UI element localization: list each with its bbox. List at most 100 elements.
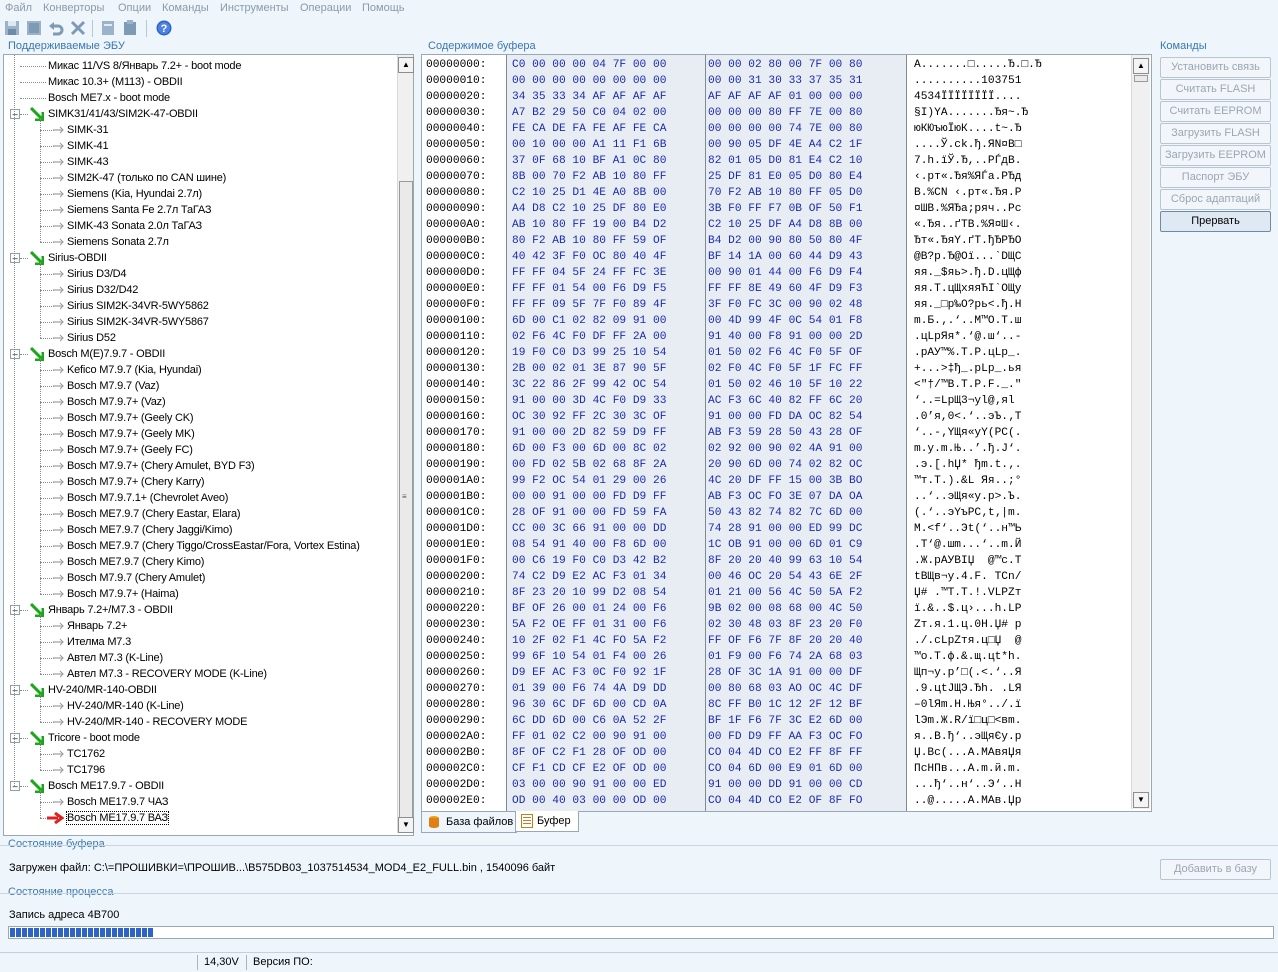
tree-item[interactable]: Bosch ME17.9.7 ЧАЗ <box>4 794 396 810</box>
tab-buffer[interactable]: Буфер <box>515 811 579 832</box>
hex-row[interactable]: 000000A0: AB 10 80 FF 19 00 B4 D2 C2 10 25… <box>422 219 1134 235</box>
hex-row[interactable]: 000002E0: OD 00 40 03 00 00 OD 00 CO 04 4D… <box>422 795 1134 811</box>
scroll-down-button[interactable]: ▼ <box>398 817 414 833</box>
tree-group[interactable]: – Bosch ME17.9.7 - OBDII <box>4 778 396 794</box>
hex-row[interactable]: 00000240: 10 2F 02 F1 4C FO 5A F2 FF OF F6… <box>422 635 1134 651</box>
tree-item[interactable]: Bosch M7.9.7 (Vaz) <box>4 378 396 394</box>
tree-item[interactable]: SIMK-43 <box>4 154 396 170</box>
hex-row[interactable]: 000002C0: CF F1 CD CF E2 OF OD 00 CO 04 6D… <box>422 763 1134 779</box>
hex-row[interactable]: 000000C0: 40 42 3F F0 OC 80 40 4F BF 14 1A… <box>422 251 1134 267</box>
tree-item[interactable]: Bosch M7.9.7+ (Vaz) <box>4 394 396 410</box>
tree-item[interactable]: Bosch M7.9.7+ (Chery Amulet, BYD F3) <box>4 458 396 474</box>
tree-group[interactable]: – Bosch M(E)7.9.7 - OBDII <box>4 346 396 362</box>
collapse-icon[interactable]: – <box>10 733 20 743</box>
tree-group[interactable]: – Январь 7.2+/M7.3 - OBDII <box>4 602 396 618</box>
tree-item[interactable]: Siemens (Kia, Hyundai 2.7л) <box>4 186 396 202</box>
hex-row[interactable]: 000000D0: FF FF 04 5F 24 FF FC 3E 00 90 01… <box>422 267 1134 283</box>
tree-item[interactable]: SIM2K-47 (только по CAN шине) <box>4 170 396 186</box>
hex-row[interactable]: 00000030: A7 B2 29 50 C0 04 02 00 00 00 00… <box>422 107 1134 123</box>
hex-row[interactable]: 00000160: OC 30 92 FF 2C 30 3C OF 91 00 00… <box>422 411 1134 427</box>
help-icon[interactable]: ? <box>156 20 172 36</box>
hex-row[interactable]: 000002A0: FF 01 02 C2 00 90 91 00 00 FD D9… <box>422 731 1134 747</box>
tree-item[interactable]: SIMK-31 <box>4 122 396 138</box>
save-icon[interactable] <box>4 20 20 36</box>
hex-row[interactable]: 00000190: 00 FD 02 5B 02 68 8F 2A 20 90 6D… <box>422 459 1134 475</box>
tools-icon[interactable] <box>70 20 86 36</box>
menu-item[interactable]: Файл <box>5 2 32 14</box>
tree-item[interactable]: Bosch ME7.9.7 (Chery Jaggi/Kimo) <box>4 522 396 538</box>
collapse-icon[interactable]: – <box>10 685 20 695</box>
menu-item[interactable]: Операции <box>300 2 351 14</box>
tree-item[interactable]: TC1796 <box>4 762 396 778</box>
hex-row[interactable]: 000000E0: FF FF 01 54 00 F6 D9 F5 FF FF 8E… <box>422 283 1134 299</box>
add-to-db-button[interactable]: Добавить в базу <box>1160 859 1271 880</box>
menu-item[interactable]: Команды <box>162 2 209 14</box>
collapse-icon[interactable]: – <box>10 253 20 263</box>
hex-row[interactable]: 00000110: 02 F6 4C F0 DF FF 2A 00 91 40 00… <box>422 331 1134 347</box>
tree-group[interactable]: – SIMK31/41/43/SIM2K-47-OBDII <box>4 106 396 122</box>
tree-item[interactable]: Bosch M7.9.7+ (Geely MK) <box>4 426 396 442</box>
hex-row[interactable]: 00000220: BF OF 26 00 01 24 00 F6 9B 02 00… <box>422 603 1134 619</box>
tree-group[interactable]: – HV-240/MR-140-OBDII <box>4 682 396 698</box>
tree-item[interactable]: Kefico M7.9.7 (Kia, Hyundai) <box>4 362 396 378</box>
command-button[interactable]: Сброс адаптаций <box>1160 189 1271 210</box>
hex-row[interactable]: 00000180: 6D 00 F3 00 6D 00 8C 02 02 92 00… <box>422 443 1134 459</box>
tree-item[interactable]: Sirius D52 <box>4 330 396 346</box>
tree-item[interactable]: Bosch M7.9.7+ (Geely FC) <box>4 442 396 458</box>
tree-item[interactable]: Siemens Santa Fe 2.7л ТаГАЗ <box>4 202 396 218</box>
hex-row[interactable]: 000002D0: 03 00 00 90 91 00 00 ED 91 00 00… <box>422 779 1134 795</box>
command-button[interactable]: Прервать <box>1160 211 1271 232</box>
tree-scrollbar[interactable]: ▲ ≡ ▼ <box>397 55 414 833</box>
tree-item[interactable]: Bosch M7.9.7+ (Haima) <box>4 586 396 602</box>
tree-item[interactable]: Bosch ME7.9.7 (Chery Eastar, Elara) <box>4 506 396 522</box>
tree-item[interactable]: SIMK-41 <box>4 138 396 154</box>
hex-row[interactable]: 000001F0: 00 C6 19 F0 C0 D3 42 B2 8F 20 20… <box>422 555 1134 571</box>
hex-row[interactable]: 00000250: 99 6F 10 54 01 F4 00 26 01 F9 00… <box>422 651 1134 667</box>
hex-row[interactable]: 00000200: 74 C2 D9 E2 AC F3 01 34 00 46 OC… <box>422 571 1134 587</box>
collapse-icon[interactable]: – <box>10 349 20 359</box>
hex-row[interactable]: 00000290: 6C DD 6D 00 C6 0A 52 2F BF 1F F6… <box>422 715 1134 731</box>
command-button[interactable]: Установить связь <box>1160 57 1271 78</box>
hex-row[interactable]: 00000100: 6D 00 C1 02 82 09 91 00 00 4D 99… <box>422 315 1134 331</box>
scroll-thumb[interactable] <box>1134 75 1148 82</box>
collapse-icon[interactable]: – <box>10 781 20 791</box>
hex-row[interactable]: 00000070: 8B 00 70 F2 AB 10 80 FF 25 DF 81… <box>422 171 1134 187</box>
collapse-icon[interactable]: – <box>10 109 20 119</box>
hex-row[interactable]: 000001B0: 00 00 91 00 00 FD D9 FF AB F3 OC… <box>422 491 1134 507</box>
tree-item[interactable]: Siemens Sonata 2.7л <box>4 234 396 250</box>
scroll-up-button[interactable]: ▲ <box>398 57 414 73</box>
ecu-tree[interactable]: ▲ ≡ ▼ Микас 11/VS 8/Январь 7.2+ - boot m… <box>3 54 414 836</box>
hex-row[interactable]: 00000130: 2B 00 02 01 3E 87 90 5F 02 F0 4C… <box>422 363 1134 379</box>
save-all-icon[interactable] <box>26 20 42 36</box>
hex-row[interactable]: 000002B0: 8F OF C2 F1 28 OF OD 00 CO 04 4D… <box>422 747 1134 763</box>
hex-row[interactable]: 00000210: 8F 23 20 10 99 D2 08 54 01 21 00… <box>422 587 1134 603</box>
tree-item[interactable]: Bosch M7.9.7+ (Chery Karry) <box>4 474 396 490</box>
tree-group[interactable]: – Tricore - boot mode <box>4 730 396 746</box>
tree-item[interactable]: Sirius D3/D4 <box>4 266 396 282</box>
tree-item[interactable]: Bosch ME17.9.7 ВАЗ <box>4 810 396 826</box>
hex-view[interactable]: ▲ ▼ 00000000: C0 00 00 00 04 7F 00 00 00 0… <box>421 54 1152 812</box>
hex-row[interactable]: 00000060: 37 0F 68 10 BF A1 0C 80 82 01 05… <box>422 155 1134 171</box>
hex-row[interactable]: 000001D0: CC 00 3C 66 91 00 00 DD 74 28 91… <box>422 523 1134 539</box>
scroll-up-button[interactable]: ▲ <box>1133 58 1149 74</box>
hex-row[interactable]: 000000F0: FF FF 09 5F 7F F0 89 4F 3F F0 FC… <box>422 299 1134 315</box>
tree-item[interactable]: Автел M7.3 (K-Line) <box>4 650 396 666</box>
tree-item[interactable]: HV-240/MR-140 - RECOVERY MODE <box>4 714 396 730</box>
hex-row[interactable]: 000001E0: 08 54 91 40 00 F8 6D 00 1C OB 91… <box>422 539 1134 555</box>
command-button[interactable]: Паспорт ЭБУ <box>1160 167 1271 188</box>
tree-item[interactable]: Bosch ME7.x - boot mode <box>4 90 396 106</box>
tree-item[interactable]: TC1762 <box>4 746 396 762</box>
hex-row[interactable]: 00000270: 01 39 00 F6 74 4A D9 DD 00 80 68… <box>422 683 1134 699</box>
hex-row[interactable]: 00000020: 34 35 33 34 AF AF AF AF AF AF AF… <box>422 91 1134 107</box>
tree-item[interactable]: Bosch M7.9.7.1+ (Chevrolet Aveo) <box>4 490 396 506</box>
command-button[interactable]: Считать FLASH <box>1160 79 1271 100</box>
hex-row[interactable]: 000001C0: 28 OF 91 00 00 FD 59 FA 50 43 82… <box>422 507 1134 523</box>
hex-row[interactable]: 00000140: 3C 22 86 2F 99 42 OC 54 01 50 02… <box>422 379 1134 395</box>
hex-row[interactable]: 000000B0: 80 F2 AB 10 80 FF 59 OF B4 D2 00… <box>422 235 1134 251</box>
tree-item[interactable]: Bosch M7.9.7 (Chery Amulet) <box>4 570 396 586</box>
scroll-down-button[interactable]: ▼ <box>1133 792 1149 808</box>
menu-item[interactable]: Инструменты <box>220 2 289 14</box>
hex-row[interactable]: 00000120: 19 F0 C0 D3 99 25 10 54 01 50 02… <box>422 347 1134 363</box>
tree-group[interactable]: – Sirius-OBDII <box>4 250 396 266</box>
tree-item[interactable]: Sirius D32/D42 <box>4 282 396 298</box>
